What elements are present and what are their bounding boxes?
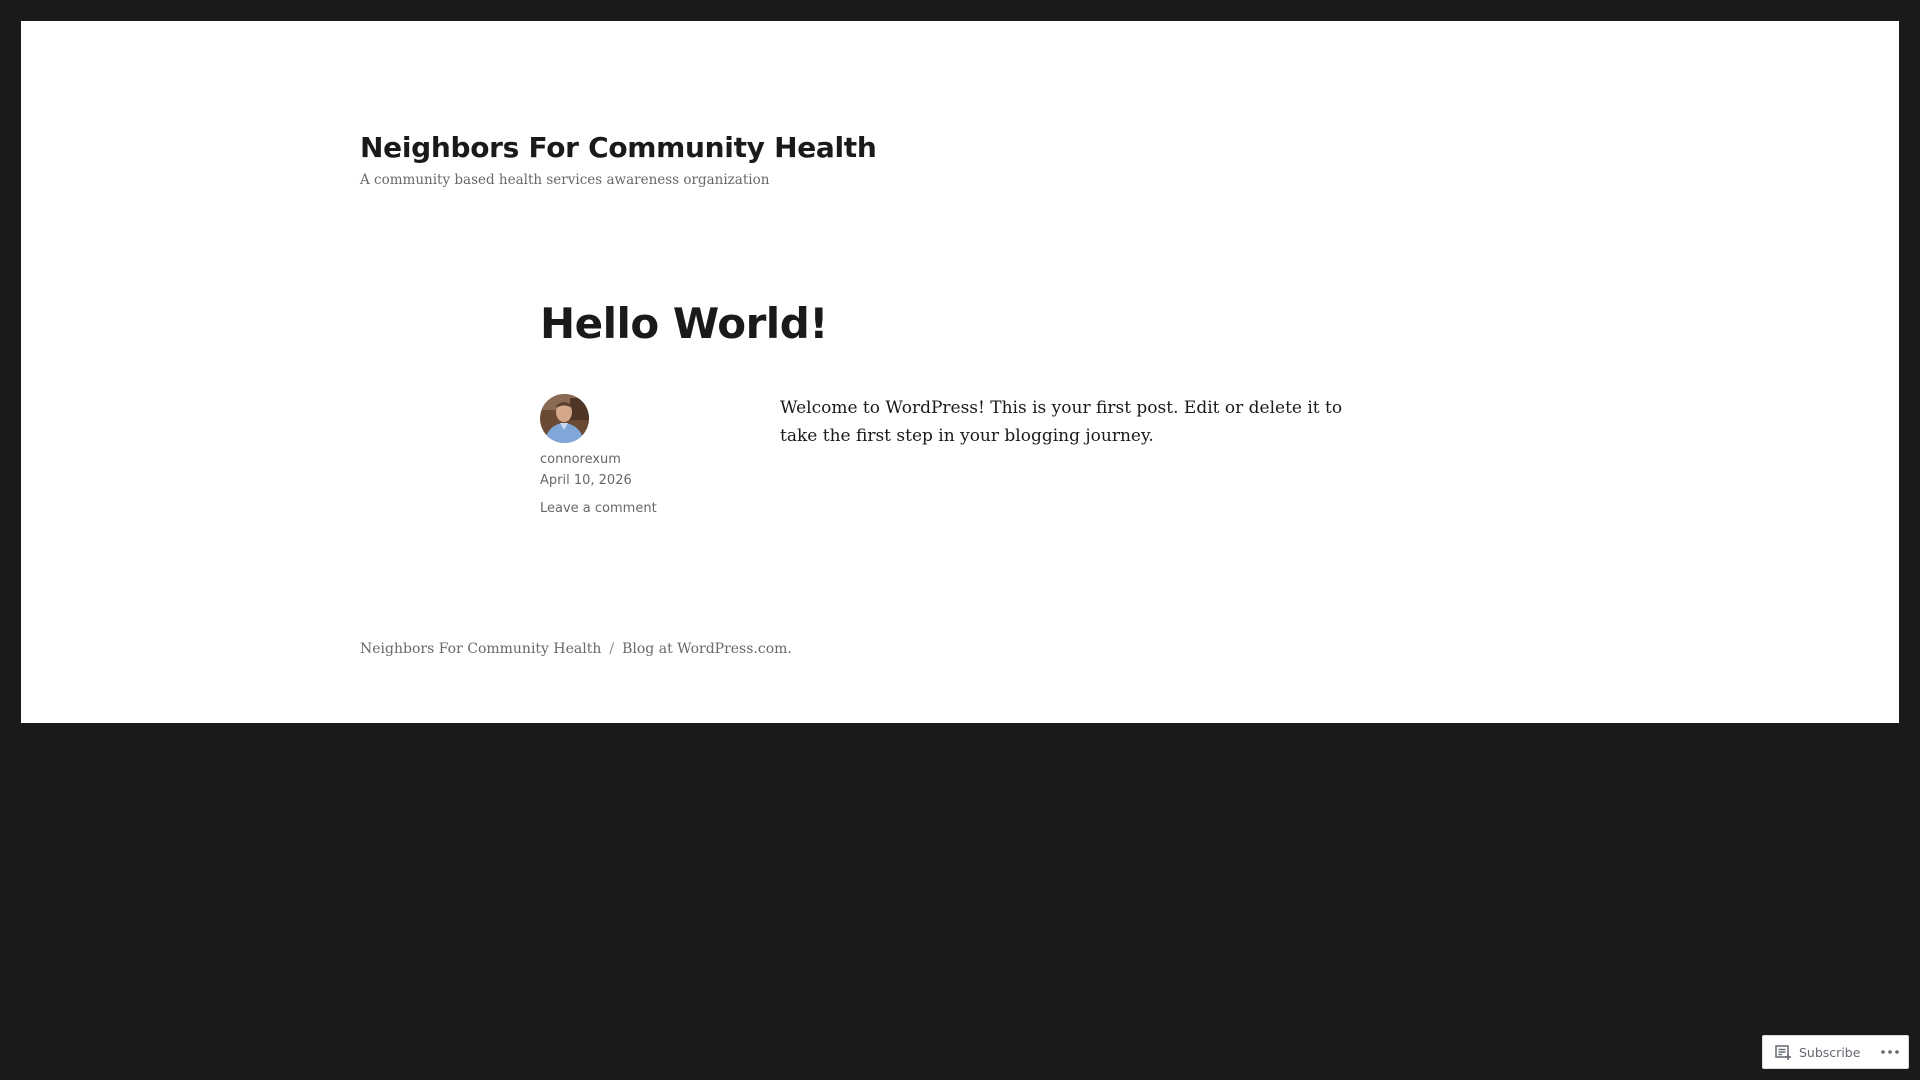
site-footer: Neighbors For Community Health / Blog at W… xyxy=(360,641,792,657)
leave-comment-link[interactable]: Leave a comment xyxy=(540,501,657,516)
reader-subscribe-icon xyxy=(1775,1044,1792,1060)
subscribe-label: Subscribe xyxy=(1799,1044,1861,1060)
site-page: Neighbors For Community Health A communi… xyxy=(21,21,1899,723)
author-avatar[interactable] xyxy=(540,394,589,443)
avatar-image xyxy=(540,394,589,443)
post-content: Welcome to WordPress! This is your first… xyxy=(780,398,1343,446)
site-title[interactable]: Neighbors For Community Health xyxy=(360,131,877,164)
post-title[interactable]: Hello World! xyxy=(540,299,828,348)
post-date-link[interactable]: April 10, 2026 xyxy=(540,473,632,488)
footer-site-link[interactable]: Neighbors For Community Health xyxy=(360,641,601,657)
more-options-button[interactable] xyxy=(1878,1036,1902,1068)
action-bar: Subscribe xyxy=(1762,1035,1909,1069)
footer-credit-link[interactable]: Blog at WordPress.com. xyxy=(622,641,792,657)
subscribe-button[interactable]: Subscribe xyxy=(1775,1036,1860,1068)
ellipsis-icon xyxy=(1881,1050,1899,1054)
post-author-link[interactable]: connorexum xyxy=(540,452,621,467)
footer-separator: / xyxy=(609,641,615,657)
site-description: A community based health services awaren… xyxy=(360,172,770,188)
